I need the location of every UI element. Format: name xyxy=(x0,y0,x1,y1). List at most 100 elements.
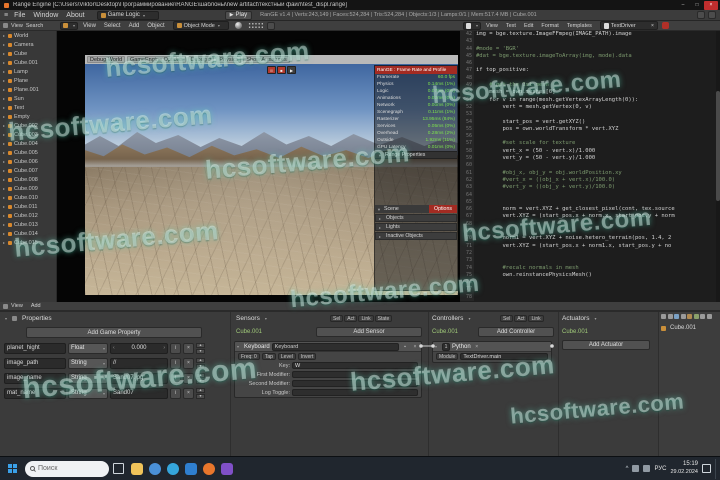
taskbar-search[interactable] xyxy=(25,460,109,477)
search-input[interactable] xyxy=(38,465,98,472)
outliner-item[interactable]: ▸ Cube.001 xyxy=(0,58,56,67)
explorer-icon[interactable] xyxy=(131,462,143,475)
close-button[interactable]: × xyxy=(704,0,718,10)
outliner-item[interactable]: ▸ Cube.012 xyxy=(0,211,56,220)
outliner-item[interactable]: ▸ Camera xyxy=(0,40,56,49)
outliner-item[interactable]: ▸ Cube.008 xyxy=(0,175,56,184)
outliner-item[interactable]: ▸ Cube.004 xyxy=(0,139,56,148)
unlink-icon[interactable]: × xyxy=(651,23,654,29)
menu-window[interactable]: Window xyxy=(33,12,58,19)
outliner-item[interactable]: ▸ Plane.001 xyxy=(0,85,56,94)
outliner-item[interactable]: ▸ Sun xyxy=(0,94,56,103)
debug-tab[interactable]: Debug 3 xyxy=(187,56,215,63)
outliner-item[interactable]: ▸ Cube.009 xyxy=(0,184,56,193)
range-properties-header[interactable]: ▼ Range Properties xyxy=(375,151,457,159)
blender-icon[interactable] xyxy=(203,462,215,475)
editor-scrollbar[interactable] xyxy=(716,31,720,302)
minimize-button[interactable]: – xyxy=(676,1,690,10)
stop-button[interactable]: ■ xyxy=(277,66,286,74)
outliner-item[interactable]: ▸ Plane xyxy=(0,76,56,85)
outliner-item[interactable]: ▸ Empty xyxy=(0,112,56,121)
window-status-icon[interactable] xyxy=(708,11,716,19)
outliner-item[interactable]: ▸ Cube xyxy=(0,49,56,58)
outliner-item[interactable]: ▸ Cube.011 xyxy=(0,202,56,211)
volume-icon[interactable] xyxy=(643,465,651,472)
code-line: 68 xyxy=(460,220,720,229)
viewport-menu-add[interactable]: Add xyxy=(129,23,140,29)
scrollbar-thumb[interactable] xyxy=(716,91,720,201)
outliner-item[interactable]: ▸ Cube.006 xyxy=(0,157,56,166)
mesh-icon xyxy=(8,222,12,227)
scene-tab[interactable]: ▼ Scene xyxy=(375,205,429,213)
play-button[interactable]: ▶ xyxy=(287,66,296,74)
outliner-item[interactable]: ▸ Cube.005 xyxy=(0,148,56,157)
language-indicator[interactable]: РУС xyxy=(654,466,666,472)
outliner-item[interactable]: ▸ Cube.014 xyxy=(0,229,56,238)
outliner-menu-search[interactable]: Search xyxy=(26,23,43,29)
outliner-item[interactable]: ▸ Cube.003 xyxy=(0,130,56,139)
text-datablock-selector[interactable]: TextDriver × xyxy=(599,21,658,30)
code-editor-icon[interactable] xyxy=(185,462,197,475)
outliner-item[interactable]: ▸ Lamp xyxy=(0,67,56,76)
browser-icon[interactable] xyxy=(149,462,161,475)
outliner-menu-view[interactable]: View xyxy=(11,23,23,29)
task-view-button[interactable] xyxy=(113,463,124,474)
layers-widget[interactable] xyxy=(247,22,264,29)
code-line: 51 for v in range(mesh.getVertexArrayLen… xyxy=(460,96,720,104)
notifications-button[interactable] xyxy=(702,464,711,473)
outliner-item[interactable]: ▸ Cube.010 xyxy=(0,193,56,202)
outliner-item[interactable]: ▸ Cube.013 xyxy=(0,220,56,229)
viewport-menu-select[interactable]: Select xyxy=(104,23,121,29)
text-menu-text[interactable]: Text xyxy=(506,23,516,29)
show-desktop-button[interactable] xyxy=(715,458,717,479)
network-icon[interactable] xyxy=(632,465,640,472)
viewport-menu-object[interactable]: Object xyxy=(147,23,164,29)
outliner-item[interactable]: ▸ Cube.002 xyxy=(0,121,56,130)
viewport-shading-icon[interactable] xyxy=(234,22,242,29)
code-text: #mode = 'BGR' xyxy=(476,45,520,52)
scene-section[interactable]: ▸ Objects xyxy=(375,214,457,222)
pause-button[interactable]: II xyxy=(267,66,276,74)
profiler-label: Animations xyxy=(377,96,401,101)
text-editor[interactable]: 42 img = bge.texture.ImageFFmpeg(IMAGE_PA… xyxy=(460,31,720,302)
scene-section[interactable]: ▸ Lights xyxy=(375,223,457,231)
expand-icon[interactable]: ▸ xyxy=(379,234,384,239)
menu-icon[interactable]: ≡ xyxy=(4,12,8,19)
viewport-3d[interactable]: Debug World GameEngine Options Debug 3 Phys… xyxy=(57,31,460,302)
taskbar-clock[interactable]: 15:19 29.02.2024 xyxy=(670,461,698,476)
snap-icon[interactable] xyxy=(266,21,275,30)
telegram-icon[interactable] xyxy=(167,462,179,475)
game-icon[interactable] xyxy=(221,462,233,475)
text-menu-format[interactable]: Format xyxy=(541,23,558,29)
outliner-item[interactable]: ▸ Cube.007 xyxy=(0,166,56,175)
scene-section[interactable]: ▸ Inactive Objects xyxy=(375,232,457,240)
play-button[interactable]: ▶ Play xyxy=(224,10,253,20)
debug-tab[interactable]: Show Armatures xyxy=(243,56,290,63)
maximize-button[interactable]: □ xyxy=(690,1,704,10)
start-button[interactable] xyxy=(3,459,21,479)
expand-icon[interactable]: ▸ xyxy=(379,216,384,221)
debug-tab[interactable]: Debug World xyxy=(87,56,125,63)
options-tab[interactable]: Options xyxy=(429,205,457,213)
menu-about[interactable]: About xyxy=(66,12,84,19)
text-menu-edit[interactable]: Edit xyxy=(524,23,533,29)
live-edit-icon[interactable] xyxy=(661,22,669,29)
layout-selector[interactable]: Game Logic ▾ xyxy=(96,10,159,20)
tray-expand-icon[interactable]: ^ xyxy=(626,466,629,472)
logic-menu-view[interactable]: View xyxy=(11,303,23,309)
menu-file[interactable]: File xyxy=(14,12,25,19)
text-menu-templates[interactable]: Templates xyxy=(567,23,592,29)
debug-tab[interactable]: Physics xyxy=(216,56,242,63)
viewport-menu-view[interactable]: View xyxy=(83,23,96,29)
text-editor-type-dropdown[interactable]: ▾ xyxy=(463,21,482,30)
render-status-icon[interactable] xyxy=(697,11,705,19)
mode-dropdown[interactable]: Object Mode ▾ xyxy=(172,21,229,30)
outliner-item[interactable]: ▸ Cube.015 xyxy=(0,238,56,247)
debug-tab[interactable]: GameEngine Options xyxy=(127,56,186,63)
outliner-item[interactable]: ▸ World xyxy=(0,31,56,40)
logic-menu-add[interactable]: Add xyxy=(31,303,41,309)
outliner-item[interactable]: ▸ Text xyxy=(0,103,56,112)
editor-type-dropdown[interactable]: ▾ xyxy=(60,21,79,30)
text-menu-view[interactable]: View xyxy=(486,23,498,29)
expand-icon[interactable]: ▸ xyxy=(379,225,384,230)
